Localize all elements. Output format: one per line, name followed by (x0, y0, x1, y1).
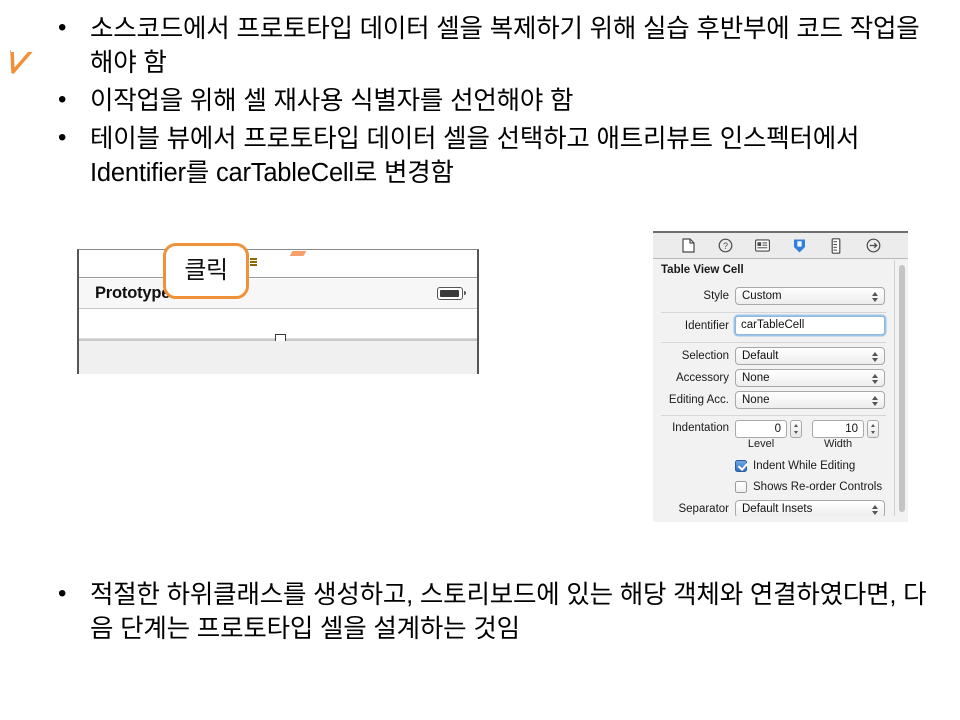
scene-dock-icons (247, 254, 351, 272)
inspector-tab-bar: ? (653, 233, 908, 259)
editing-accessory-select[interactable]: None (735, 391, 885, 409)
bullet-item: 이작업을 위해 셀 재사용 식별자를 선언해야 함 (42, 84, 942, 118)
indentation-width-group: 10 Width (812, 420, 879, 450)
editing-accessory-label: Editing Acc. (653, 394, 735, 406)
bullet-item: 소스코드에서 프로토타입 데이터 셀을 복제하기 위해 실습 후반부에 코드 작… (42, 12, 942, 80)
accessory-row: Accessory None (653, 368, 894, 387)
view-controller-icon[interactable] (247, 254, 265, 272)
chevron-updown-icon (872, 350, 879, 364)
top-bullet-list: 소스코드에서 프로토타입 데이터 셀을 복제하기 위해 실습 후반부에 코드 작… (42, 12, 942, 194)
separator-label: Separator (653, 503, 735, 515)
bullet-item: 적절한 하위클래스를 생성하고, 스토리보드에 있는 해당 객체와 연결하였다면… (42, 578, 942, 646)
selection-label: Selection (653, 350, 735, 362)
prototype-cells-header: Prototype (79, 279, 477, 309)
callout-label: 클릭 (184, 259, 227, 283)
storyboard-canvas: Prototype (77, 249, 479, 374)
indentation-level-sublabel: Level (735, 438, 787, 450)
style-value: Custom (742, 290, 782, 302)
attributes-shield-icon[interactable] (792, 238, 807, 254)
prototype-cells-label: Prototype (95, 284, 170, 303)
attributes-inspector-panel: ? (653, 231, 908, 522)
identifier-label: Identifier (653, 320, 735, 332)
indent-while-editing-label: Indent While Editing (753, 460, 855, 472)
shows-reorder-controls-label: Shows Re-order Controls (753, 481, 882, 493)
ruler-icon[interactable] (829, 238, 844, 254)
inspector-scrollbar[interactable] (898, 265, 906, 512)
shows-reorder-controls-checkbox[interactable] (735, 481, 747, 493)
table-view-footer (79, 341, 477, 374)
indentation-level-group: 0 Level (735, 420, 802, 450)
callout-tail-icon (6, 50, 36, 74)
separator-select[interactable]: Default Insets (735, 500, 885, 517)
selection-value: Default (742, 350, 778, 362)
scene-dock (79, 250, 477, 278)
accessory-select[interactable]: None (735, 369, 885, 387)
indentation-width-stepper[interactable] (867, 420, 879, 438)
selection-select[interactable]: Default (735, 347, 885, 365)
divider (661, 312, 886, 313)
separator-row: Separator Default Insets (653, 499, 894, 516)
bottom-bullet-list: 적절한 하위클래스를 생성하고, 스토리보드에 있는 해당 객체와 연결하였다면… (42, 578, 942, 650)
chevron-updown-icon (872, 503, 879, 517)
accessory-value: None (742, 372, 770, 384)
file-icon[interactable] (681, 238, 696, 254)
question-circle-icon[interactable]: ? (718, 238, 733, 254)
accessory-label: Accessory (653, 372, 735, 384)
inspector-section-title: Table View Cell (661, 264, 744, 276)
identifier-input[interactable]: carTableCell (735, 316, 885, 335)
chevron-updown-icon (872, 394, 879, 408)
chevron-updown-icon (872, 372, 879, 386)
battery-icon (437, 287, 463, 300)
click-callout: 클릭 (163, 243, 249, 299)
exit-icon[interactable] (333, 254, 351, 272)
svg-text:?: ? (722, 241, 727, 251)
indentation-row: Indentation 0 Level 10 Width (653, 420, 894, 452)
indentation-level-stepper[interactable] (790, 420, 802, 438)
divider (661, 342, 886, 343)
first-responder-icon[interactable] (290, 254, 308, 272)
scrollbar-thumb[interactable] (899, 265, 905, 512)
bullet-item: 테이블 뷰에서 프로토타입 데이터 셀을 선택하고 애트리뷰트 인스펙터에서 I… (42, 122, 942, 190)
divider (661, 415, 886, 416)
indentation-level-input[interactable]: 0 (735, 420, 787, 438)
editing-accessory-value: None (742, 394, 770, 406)
indent-while-editing-checkbox[interactable] (735, 460, 747, 472)
chevron-updown-icon (872, 290, 879, 304)
separator-value: Default Insets (742, 503, 812, 515)
identifier-row: Identifier carTableCell (653, 316, 894, 335)
arrow-circle-icon[interactable] (866, 238, 881, 254)
style-row: Style Custom (653, 286, 894, 305)
style-select[interactable]: Custom (735, 287, 885, 305)
editing-accessory-row: Editing Acc. None (653, 390, 894, 409)
storyboard-frame: Prototype (77, 249, 479, 374)
style-label: Style (653, 290, 735, 302)
inspector-content: Table View Cell Style Custom Identifier … (653, 260, 895, 516)
selection-row: Selection Default (653, 346, 894, 365)
identity-card-icon[interactable] (755, 238, 770, 254)
shows-reorder-controls-row[interactable]: Shows Re-order Controls (653, 477, 894, 496)
indent-while-editing-row[interactable]: Indent While Editing (653, 456, 894, 475)
indentation-label: Indentation (653, 420, 735, 434)
indentation-width-sublabel: Width (812, 438, 864, 450)
indentation-width-input[interactable]: 10 (812, 420, 864, 438)
